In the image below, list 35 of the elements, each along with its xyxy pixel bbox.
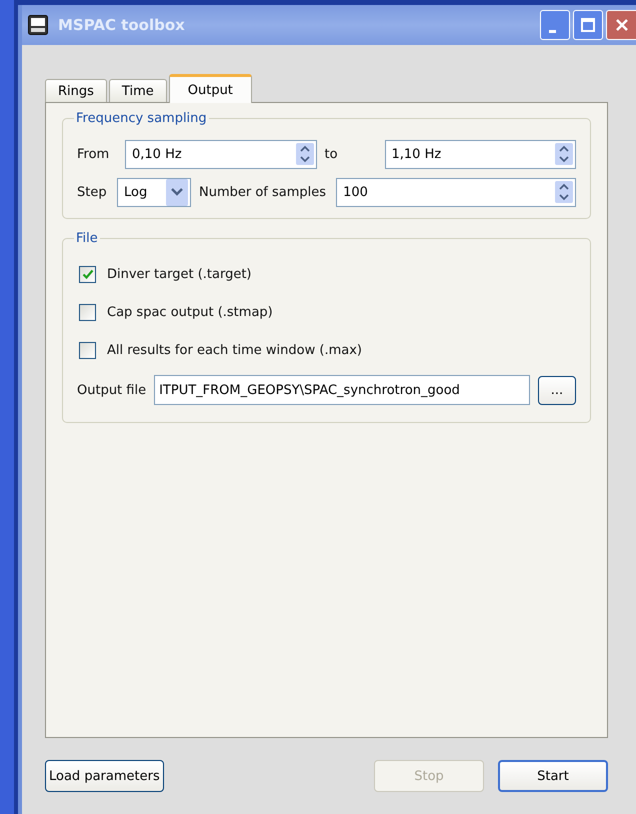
spin-box[interactable]: 0,10 Hz bbox=[125, 140, 316, 168]
field-label: to bbox=[324, 146, 339, 162]
field-label: Number of samples bbox=[198, 184, 328, 200]
checkbox-label[interactable]: All results for each time window (.max) bbox=[107, 342, 362, 358]
checkbox-label[interactable]: Cap spac output (.stmap) bbox=[107, 304, 273, 320]
chevron-down-icon[interactable] bbox=[166, 178, 188, 206]
maximize-icon bbox=[581, 18, 595, 32]
spin-arrows-icon[interactable] bbox=[555, 143, 573, 165]
group-title: File bbox=[75, 231, 99, 246]
checkbox[interactable] bbox=[79, 304, 96, 320]
close-icon bbox=[614, 18, 628, 32]
field-label: Step bbox=[77, 184, 108, 200]
load-button[interactable]: Load parameters bbox=[45, 760, 164, 792]
dropdown[interactable]: Log bbox=[117, 178, 191, 206]
maximize-button[interactable] bbox=[573, 10, 603, 40]
field-label: From bbox=[77, 146, 110, 162]
input-field[interactable]: ITPUT_FROM_GEOPSY\SPAC_synchrotron_good bbox=[154, 375, 530, 405]
field-label: Output file bbox=[77, 382, 146, 398]
window-title: MSPAC toolbox bbox=[58, 16, 185, 34]
minimize-button[interactable] bbox=[540, 10, 570, 40]
minimize-icon bbox=[548, 30, 556, 32]
tab[interactable]: Time bbox=[108, 79, 167, 103]
spin-box[interactable]: 1,10 Hz bbox=[384, 140, 576, 168]
browse-button[interactable]: ... bbox=[538, 376, 576, 404]
checkbox[interactable] bbox=[79, 342, 96, 358]
tab[interactable]: Rings bbox=[45, 79, 107, 103]
checkbox[interactable] bbox=[79, 266, 96, 282]
checkbox-label[interactable]: Dinver target (.target) bbox=[107, 266, 252, 282]
action-button[interactable]: Start bbox=[498, 760, 608, 792]
group-title: Frequency sampling bbox=[75, 111, 208, 126]
close-button[interactable] bbox=[606, 10, 636, 40]
spin-arrows-icon[interactable] bbox=[555, 181, 573, 203]
spin-box[interactable]: 100 bbox=[336, 178, 576, 206]
tab[interactable]: Output bbox=[168, 74, 252, 103]
spin-arrows-icon[interactable] bbox=[296, 143, 314, 165]
